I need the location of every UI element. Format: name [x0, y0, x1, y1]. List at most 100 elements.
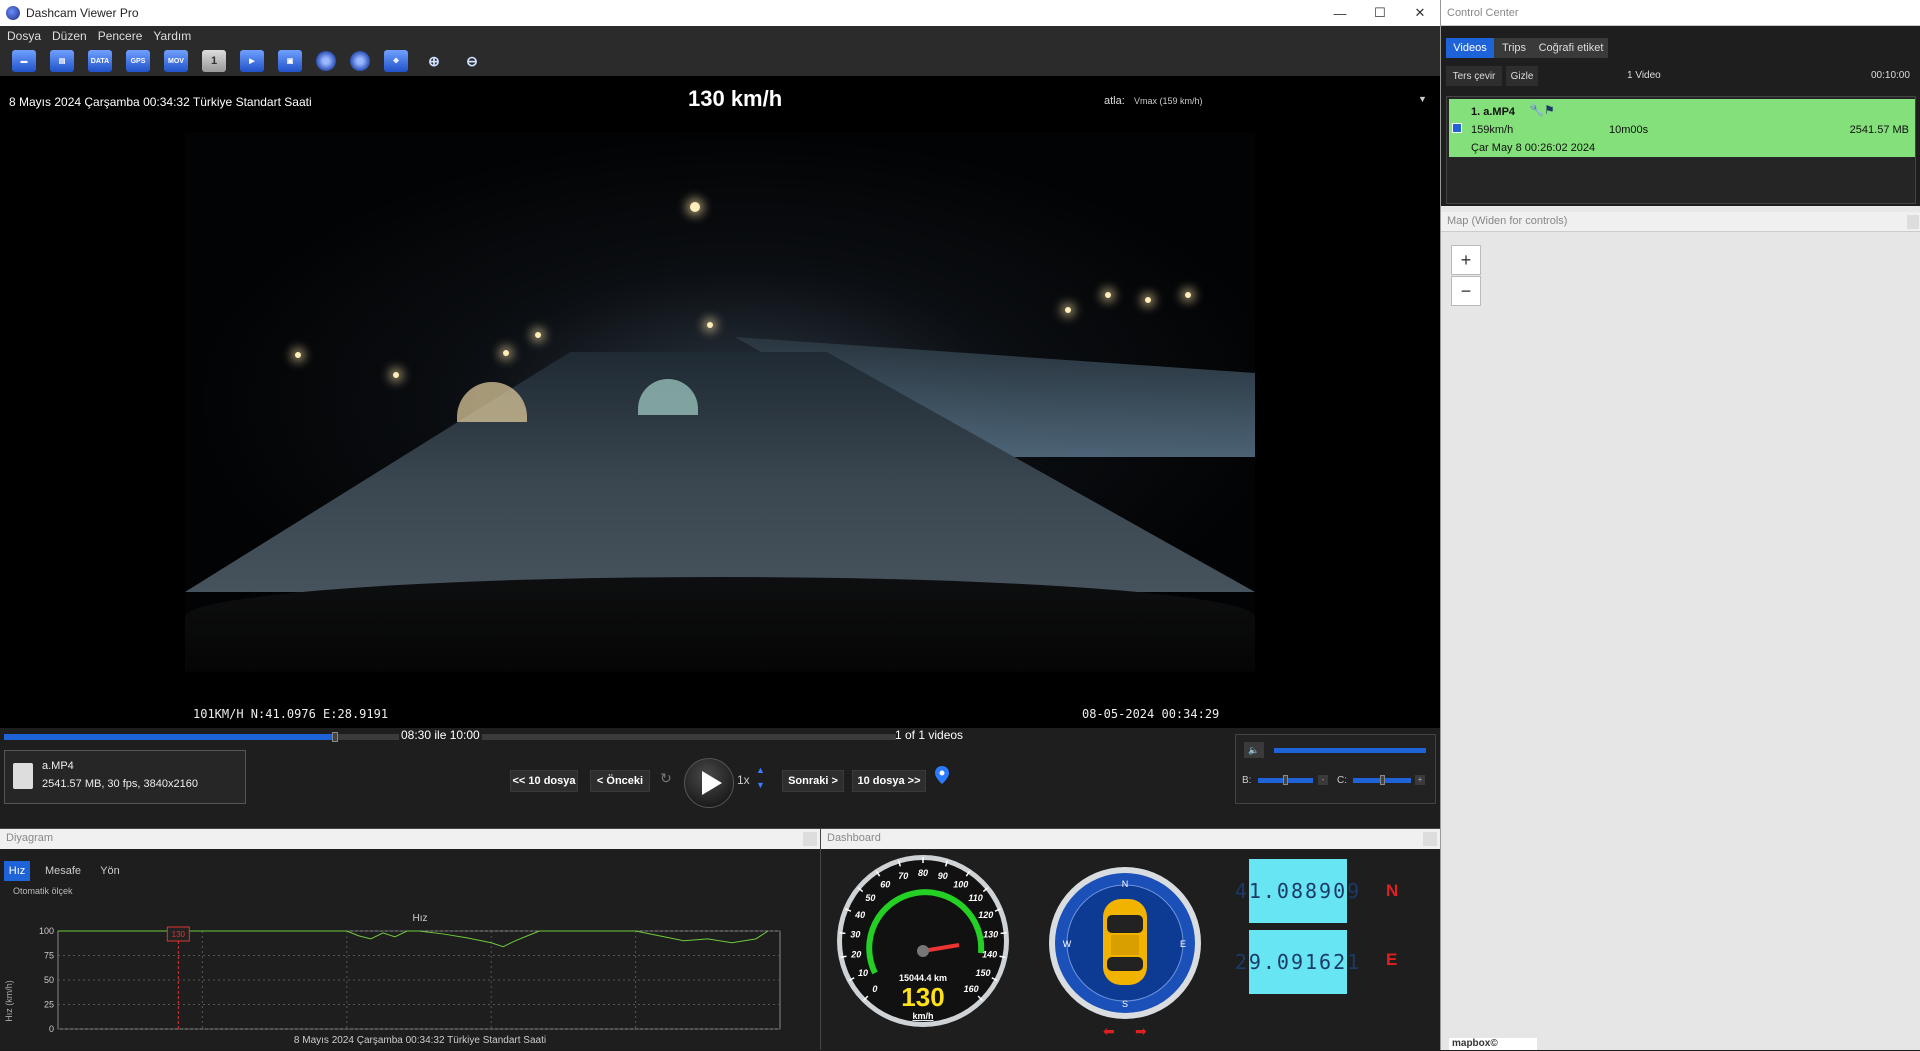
- panel-float-button[interactable]: [1423, 832, 1437, 846]
- menu-file[interactable]: Dosya: [7, 29, 41, 43]
- chevron-down-icon[interactable]: ▼: [1418, 94, 1427, 104]
- window-title: Dashcam Viewer Pro: [26, 6, 139, 20]
- contrast-handle[interactable]: [1380, 775, 1385, 785]
- hide-button[interactable]: Gizle: [1506, 66, 1538, 86]
- close-button[interactable]: ✕: [1400, 0, 1440, 26]
- tab-videos[interactable]: Videos: [1446, 38, 1494, 58]
- compass-west: W: [1063, 939, 1072, 949]
- gauge-tick-label: 70: [898, 871, 908, 881]
- rate-up-icon[interactable]: ▲: [756, 765, 765, 775]
- y-tick-label: 50: [44, 975, 54, 985]
- rate-down-icon[interactable]: ▼: [756, 780, 765, 790]
- playback-rate: 1x: [737, 773, 750, 787]
- video-list-item[interactable]: 1. a.MP4 🔧⚑ 159km/h 10m00s 2541.57 MB Ça…: [1449, 99, 1915, 157]
- needle-hub: [917, 945, 929, 957]
- panel-float-button[interactable]: [1907, 215, 1919, 229]
- tab-geotag[interactable]: Coğrafi etiket: [1534, 38, 1608, 58]
- gauge-speed: 130: [901, 982, 944, 1012]
- menu-edit[interactable]: Düzen: [52, 29, 87, 43]
- contrast-plus-button[interactable]: +: [1415, 775, 1425, 785]
- toolbar: ▬ ▤ DATA GPS MOV 1 ▶ ▣ ✥ ⊕ ⊖: [0, 46, 1440, 76]
- speaker-icon[interactable]: 🔈: [1244, 742, 1264, 758]
- street-light: [1065, 307, 1071, 313]
- street-light: [535, 332, 541, 338]
- tab-distance[interactable]: Mesafe: [40, 861, 86, 881]
- export-clip-icon[interactable]: ▶: [240, 50, 264, 72]
- speed-line: [58, 930, 769, 948]
- street-light: [1185, 292, 1191, 298]
- wrench-flag-icon: 🔧⚑: [1529, 103, 1555, 117]
- main-window: Dashcam Viewer Pro — ☐ ✕ Dosya Düzen Pen…: [0, 0, 1441, 1051]
- map-zoom-out-button[interactable]: −: [1451, 276, 1481, 306]
- next-button[interactable]: Sonraki >: [782, 770, 844, 792]
- gauge-tick-label: 150: [975, 968, 990, 978]
- gauge-tick-label: 130: [983, 929, 998, 939]
- minimize-button[interactable]: —: [1320, 0, 1360, 26]
- gauge-tick-label: 100: [953, 879, 968, 889]
- skip-select[interactable]: Vmax (159 km/h): [1134, 96, 1203, 106]
- single-view-icon[interactable]: 1: [202, 50, 226, 72]
- gauge-tick-label: 80: [918, 868, 928, 878]
- tab-direction[interactable]: Yön: [96, 861, 124, 881]
- video-checkbox[interactable]: [1452, 123, 1462, 133]
- flip-icon[interactable]: [316, 51, 336, 71]
- arrow-left-icon: ⬅: [1103, 1023, 1115, 1039]
- map-zoom-in-button[interactable]: +: [1451, 245, 1481, 275]
- gauge-tick-label: 10: [858, 968, 868, 978]
- street-light: [1145, 297, 1151, 303]
- loop-icon[interactable]: ↻: [660, 770, 672, 787]
- video-player[interactable]: 8 Mayıs 2024 Çarşamba 00:34:32 Türkiye S…: [0, 76, 1440, 728]
- tab-speed[interactable]: Hız: [4, 861, 30, 881]
- gauge-tick-mark: [1000, 932, 1007, 935]
- zoom-in-icon[interactable]: ⊕: [422, 50, 446, 72]
- previous-button[interactable]: < Önceki: [590, 770, 650, 792]
- maximize-button[interactable]: ☐: [1360, 0, 1400, 26]
- volume-slider[interactable]: [1274, 748, 1426, 753]
- street-light: [503, 350, 509, 356]
- play-button[interactable]: [684, 758, 734, 808]
- car-icon: [1103, 899, 1147, 985]
- video-datetime: 8 Mayıs 2024 Çarşamba 00:34:32 Türkiye S…: [9, 95, 312, 109]
- open-files-icon[interactable]: ▤: [50, 50, 74, 72]
- brightness-minus-button[interactable]: -: [1318, 775, 1328, 785]
- gauge-tick-label: 40: [854, 910, 865, 920]
- image-adjust-panel: 🔈 B: - C: +: [1235, 734, 1436, 804]
- brightness-handle[interactable]: [1283, 775, 1288, 785]
- menu-help[interactable]: Yardım: [153, 29, 191, 43]
- data-export-icon[interactable]: DATA: [88, 50, 112, 72]
- diagram-header: Diyagram: [0, 829, 820, 849]
- chart-grid: [57, 930, 781, 1030]
- mov-export-icon[interactable]: MOV: [164, 50, 188, 72]
- control-center: Control Center Videos Trips Coğrafi etik…: [1440, 0, 1920, 1050]
- segment-label: 08:30 ile 10:00: [399, 728, 482, 742]
- lock-icon[interactable]: ▣: [278, 50, 302, 72]
- back-10-files-button[interactable]: << 10 dosya: [510, 770, 578, 792]
- progress-fill: [4, 734, 335, 740]
- video-count: 1 Video: [1627, 70, 1661, 81]
- reverse-button[interactable]: Ters çevir: [1446, 66, 1502, 86]
- file-name: a.MP4: [42, 760, 74, 772]
- open-folder-icon[interactable]: ▬: [12, 50, 36, 72]
- gps-export-icon[interactable]: GPS: [126, 50, 150, 72]
- play-icon: [701, 771, 722, 795]
- videos-count: 1 of 1 videos: [895, 728, 964, 742]
- forward-10-files-button[interactable]: 10 dosya >>: [852, 770, 926, 792]
- video-length: 10m00s: [1609, 124, 1649, 136]
- map-view[interactable]: + − mapbox©: [1441, 233, 1920, 1050]
- map-pin-icon[interactable]: [935, 766, 949, 784]
- record-icon[interactable]: [350, 51, 370, 71]
- panel-float-button[interactable]: [803, 832, 817, 846]
- menu-window[interactable]: Pencere: [98, 29, 143, 43]
- car-hood: [185, 577, 1255, 672]
- zoom-out-icon[interactable]: ⊖: [460, 50, 484, 72]
- latitude-direction: N: [1386, 881, 1399, 900]
- progress-handle[interactable]: [332, 732, 339, 742]
- street-light: [690, 202, 700, 212]
- control-center-title: Control Center: [1441, 0, 1920, 26]
- speed-chart[interactable]: 0 25 50 75 100 130 Hız Hız (km/h) 8 Mayıs 20…: [0, 901, 820, 1051]
- overlay-gps: 101KM/H N:41.0976 E:28.9191: [193, 707, 389, 721]
- fullscreen-icon[interactable]: ✥: [384, 50, 408, 72]
- map-attribution: mapbox©: [1449, 1038, 1537, 1050]
- tab-trips[interactable]: Trips: [1494, 38, 1534, 58]
- street-light: [707, 322, 713, 328]
